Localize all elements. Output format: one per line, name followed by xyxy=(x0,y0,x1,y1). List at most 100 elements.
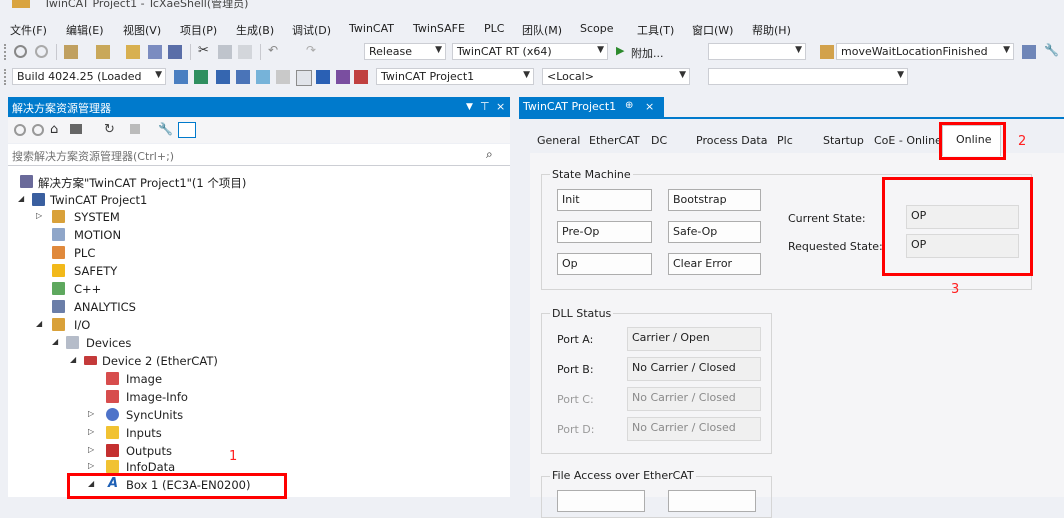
copy-icon[interactable] xyxy=(218,45,232,59)
new-project-icon[interactable] xyxy=(64,45,78,59)
open-folder-icon[interactable] xyxy=(126,45,140,59)
restart-icon[interactable] xyxy=(216,70,230,84)
disabled-select[interactable]: ▼ xyxy=(708,68,908,85)
switch-views-icon[interactable] xyxy=(70,124,82,134)
menu-twincat[interactable]: TwinCAT xyxy=(349,22,394,35)
collapsed-arrow-icon[interactable]: ▷ xyxy=(88,445,94,454)
search-icon[interactable]: ⌕ xyxy=(486,147,493,162)
target-icon[interactable] xyxy=(296,70,312,86)
run-mode-icon[interactable] xyxy=(236,70,250,84)
menu-edit[interactable]: 编辑(E) xyxy=(66,22,104,38)
pending-changes-icon[interactable] xyxy=(130,124,140,134)
cut-icon[interactable]: ✂ xyxy=(198,43,212,58)
tab-plc[interactable]: Plc xyxy=(777,134,793,147)
config-mode-icon[interactable] xyxy=(194,70,208,84)
properties-wrench-icon[interactable]: 🔧 xyxy=(158,122,173,136)
pin-icon[interactable]: ⊕ xyxy=(625,100,633,111)
back-icon[interactable] xyxy=(14,45,27,58)
download-button[interactable] xyxy=(557,490,645,512)
menu-help[interactable]: 帮助(H) xyxy=(752,22,791,38)
init-button[interactable]: Init xyxy=(557,189,652,211)
collapsed-arrow-icon[interactable]: ▷ xyxy=(36,211,42,220)
port-a-field: Carrier / Open xyxy=(627,327,761,351)
current-state-label: Current State: xyxy=(788,212,866,225)
requested-state-label: Requested State: xyxy=(788,240,883,253)
tools-icon[interactable] xyxy=(354,70,368,84)
history-icon[interactable]: ↻ xyxy=(104,122,118,137)
preview-icon[interactable] xyxy=(178,122,196,138)
home-icon[interactable]: ⌂ xyxy=(50,122,64,137)
standard-toolbar: ✂ ↶ ↷ Release ▼ TwinCAT RT (x64) ▼ ▶ 附加...… xyxy=(0,40,1064,64)
expanded-arrow-icon[interactable]: ◢ xyxy=(52,337,58,346)
collapsed-arrow-icon[interactable]: ▷ xyxy=(88,409,94,418)
solution-search-box[interactable]: 搜索解决方案资源管理器(Ctrl+;) ⌕ xyxy=(8,144,510,166)
pin-icon[interactable]: ⊤ xyxy=(480,100,490,113)
online-icon[interactable] xyxy=(316,70,330,84)
chevron-down-icon[interactable]: ▼ xyxy=(466,102,473,112)
expanded-arrow-icon[interactable]: ◢ xyxy=(70,355,76,364)
free-run-icon[interactable] xyxy=(276,70,290,84)
upload-button[interactable] xyxy=(668,490,756,512)
editor-tab-twincat-project1[interactable]: TwinCAT Project1 ⊕ × xyxy=(519,97,664,117)
collapsed-arrow-icon[interactable]: ▷ xyxy=(88,427,94,436)
tab-ethercat[interactable]: EtherCAT xyxy=(589,134,640,147)
menu-team[interactable]: 团队(M) xyxy=(522,22,562,38)
tab-process-data[interactable]: Process Data xyxy=(696,134,768,147)
cpp-icon xyxy=(52,282,65,295)
forward-icon[interactable] xyxy=(35,45,48,58)
solution-window-icon[interactable] xyxy=(1022,45,1036,59)
expanded-arrow-icon[interactable]: ◢ xyxy=(18,194,24,203)
menu-twinsafe[interactable]: TwinSAFE xyxy=(413,22,465,35)
menu-build[interactable]: 生成(B) xyxy=(236,22,274,38)
bootstrap-button[interactable]: Bootstrap xyxy=(668,189,761,211)
watch-icon[interactable] xyxy=(336,70,350,84)
scan-icon[interactable] xyxy=(256,70,270,84)
target-system-select[interactable]: <Local> ▼ xyxy=(542,68,690,85)
undo-icon[interactable]: ↶ xyxy=(268,43,282,57)
menu-window[interactable]: 窗口(W) xyxy=(692,22,733,38)
tab-coe-online[interactable]: CoE - Online xyxy=(874,134,942,147)
devices-icon xyxy=(66,336,79,349)
platform-select[interactable]: TwinCAT RT (x64) ▼ xyxy=(452,43,608,60)
add-item-icon[interactable] xyxy=(96,45,110,59)
activate-config-icon[interactable] xyxy=(174,70,188,84)
start-icon[interactable]: ▶ xyxy=(616,44,630,58)
redo-icon[interactable]: ↷ xyxy=(306,43,320,57)
search-placeholder: 搜索解决方案资源管理器(Ctrl+;) xyxy=(12,150,175,163)
toolbar-grip[interactable] xyxy=(4,69,10,85)
forward-icon[interactable] xyxy=(32,124,44,136)
menu-plc[interactable]: PLC xyxy=(484,22,504,35)
close-icon[interactable]: × xyxy=(496,100,505,113)
empty-select[interactable]: ▼ xyxy=(708,43,806,60)
save-icon[interactable] xyxy=(148,45,162,59)
clear-error-button[interactable]: Clear Error xyxy=(668,253,761,275)
menu-project[interactable]: 项目(P) xyxy=(180,22,217,38)
wrench-icon[interactable]: 🔧 xyxy=(1044,43,1059,57)
attach-button[interactable]: 附加... xyxy=(631,45,664,61)
collapsed-arrow-icon[interactable]: ▷ xyxy=(88,461,94,470)
menu-debug[interactable]: 调试(D) xyxy=(292,22,331,38)
configuration-select[interactable]: Release ▼ xyxy=(364,43,446,60)
menu-view[interactable]: 视图(V) xyxy=(123,22,161,38)
menu-scope[interactable]: Scope xyxy=(580,22,614,35)
menu-tools[interactable]: 工具(T) xyxy=(637,22,674,38)
expanded-arrow-icon[interactable]: ◢ xyxy=(36,319,42,328)
menu-file[interactable]: 文件(F) xyxy=(10,22,47,38)
annotation-box-1 xyxy=(67,473,287,499)
toolbar-grip[interactable] xyxy=(4,44,10,60)
tab-dc[interactable]: DC xyxy=(651,134,667,147)
find-icon[interactable] xyxy=(820,45,834,59)
target-method-combo[interactable]: moveWaitLocationFinished ▼ xyxy=(836,43,1014,60)
solution-icon xyxy=(20,175,33,188)
op-button[interactable]: Op xyxy=(557,253,652,275)
close-icon[interactable]: × xyxy=(645,100,654,113)
save-all-icon[interactable] xyxy=(168,45,182,59)
safe-op-button[interactable]: Safe-Op xyxy=(668,221,761,243)
paste-icon[interactable] xyxy=(238,45,252,59)
project-select[interactable]: TwinCAT Project1 ▼ xyxy=(376,68,534,85)
tab-general[interactable]: General xyxy=(537,134,580,147)
back-icon[interactable] xyxy=(14,124,26,136)
pre-op-button[interactable]: Pre-Op xyxy=(557,221,652,243)
tab-startup[interactable]: Startup xyxy=(823,134,864,147)
build-version-select[interactable]: Build 4024.25 (Loaded ▼ xyxy=(12,68,166,85)
